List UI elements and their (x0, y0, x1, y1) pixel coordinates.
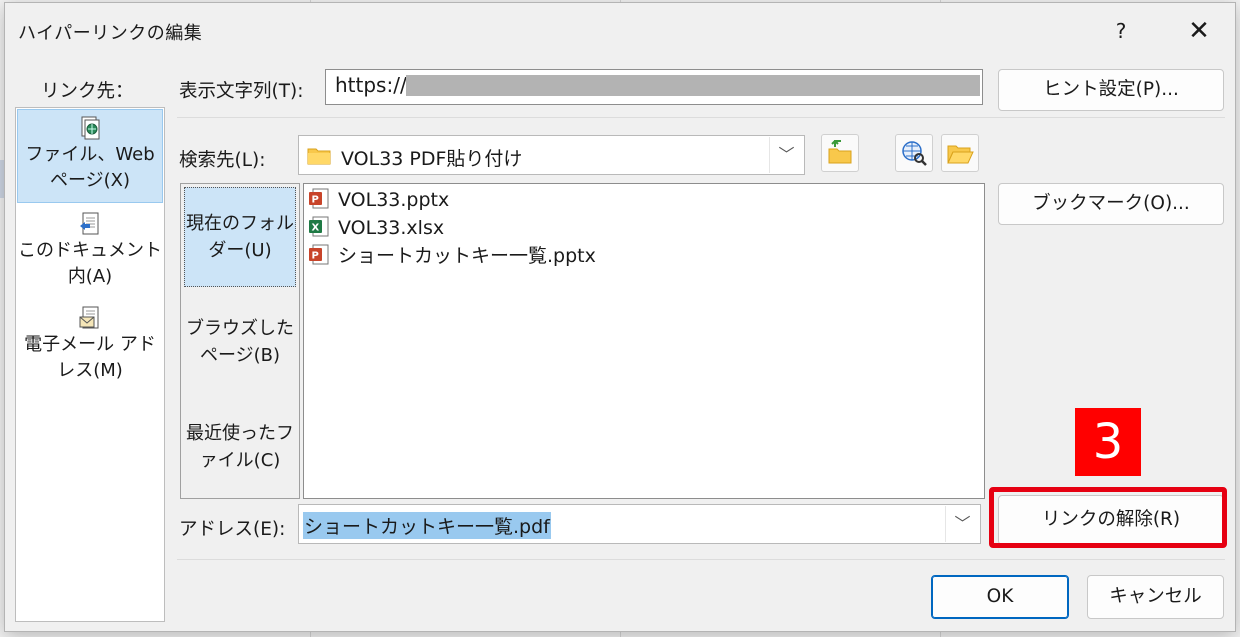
file-name: VOL33.pptx (338, 189, 450, 211)
display-text-value: https:// (335, 73, 407, 97)
browsed-pages-tab[interactable]: ブラウズしたページ(B) (184, 299, 296, 385)
excel-file-icon: X (309, 216, 329, 236)
link-to-file-web-page[interactable]: ファイル、Web ページ(X) (17, 109, 163, 203)
close-button[interactable]: ✕ (1179, 11, 1219, 51)
separator (177, 117, 1225, 118)
recent-files-tab[interactable]: 最近使ったファイル(C) (184, 404, 296, 490)
link-to-place-in-document[interactable]: このドキュメント内(A) (17, 206, 163, 296)
file-name: ショートカットキー一覧.pptx (338, 245, 596, 267)
link-to-label: リンク先： (41, 81, 134, 102)
highlight-box (989, 487, 1227, 548)
link-to-panel: ファイル、Web ページ(X) このドキュメント内(A) 電子メール アドレス(… (15, 107, 165, 622)
help-button[interactable]: ? (1101, 11, 1141, 51)
link-to-email-address-label: 電子メール アドレス(M) (24, 334, 156, 381)
address-label: アドレス(E): (179, 519, 286, 540)
file-name: VOL33.xlsx (338, 217, 445, 239)
place-in-document-icon (80, 212, 99, 235)
file-web-page-icon (81, 116, 100, 140)
open-folder-icon (947, 145, 974, 164)
up-one-folder-button[interactable] (821, 134, 859, 172)
step-number-badge: 3 (1075, 408, 1141, 476)
list-item[interactable]: P ショートカットキー一覧.pptx (308, 242, 596, 270)
list-item[interactable]: P VOL33.pptx (308, 186, 449, 214)
address-value: ショートカットキー一覧.pdf (303, 512, 551, 539)
address-input[interactable]: ショートカットキー一覧.pdf ﹀ (298, 504, 981, 544)
up-folder-icon (828, 140, 852, 164)
email-address-icon (79, 306, 99, 329)
svg-text:P: P (312, 250, 319, 261)
powerpoint-file-icon: P (309, 244, 329, 264)
cancel-button[interactable]: キャンセル (1087, 575, 1224, 619)
separator (177, 559, 1225, 560)
look-in-value: VOL33 PDF貼り付け (341, 148, 523, 170)
powerpoint-file-icon: P (309, 188, 329, 208)
ok-button[interactable]: OK (931, 575, 1069, 619)
look-in-dropdown[interactable]: VOL33 PDF貼り付け ﹀ (298, 135, 805, 175)
link-to-file-web-page-label: ファイル、Web ページ(X) (25, 144, 155, 191)
browse-file-button[interactable] (941, 134, 979, 172)
redacted-area (406, 75, 980, 96)
dialog-title: ハイパーリンクの編集 (18, 23, 203, 44)
bookmark-button[interactable]: ブックマーク(O)... (998, 183, 1224, 225)
folder-icon (307, 148, 331, 165)
browse-web-button[interactable] (895, 134, 933, 172)
list-item[interactable]: X VOL33.xlsx (308, 214, 444, 242)
browse-web-icon (902, 141, 927, 166)
chevron-down-icon[interactable]: ﹀ (945, 506, 979, 542)
svg-text:P: P (312, 194, 319, 205)
screentip-button[interactable]: ヒント設定(P)... (998, 69, 1224, 111)
display-text-label: 表示文字列(T): (179, 81, 304, 102)
link-to-email-address[interactable]: 電子メール アドレス(M) (17, 300, 163, 390)
chevron-down-icon[interactable]: ﹀ (769, 137, 803, 173)
title-bar: ハイパーリンクの編集 ? ✕ (5, 3, 1235, 55)
look-in-label: 検索先(L): (179, 150, 266, 171)
file-list[interactable]: P VOL33.pptx X VOL33.xlsx P ショートカットキー一覧.… (303, 183, 985, 499)
link-to-place-in-document-label: このドキュメント内(A) (18, 240, 162, 287)
look-in-panel: 現在のフォルダー(U) ブラウズしたページ(B) 最近使ったファイル(C) (180, 183, 300, 499)
current-folder-tab[interactable]: 現在のフォルダー(U) (184, 187, 296, 287)
svg-text:X: X (312, 222, 320, 233)
